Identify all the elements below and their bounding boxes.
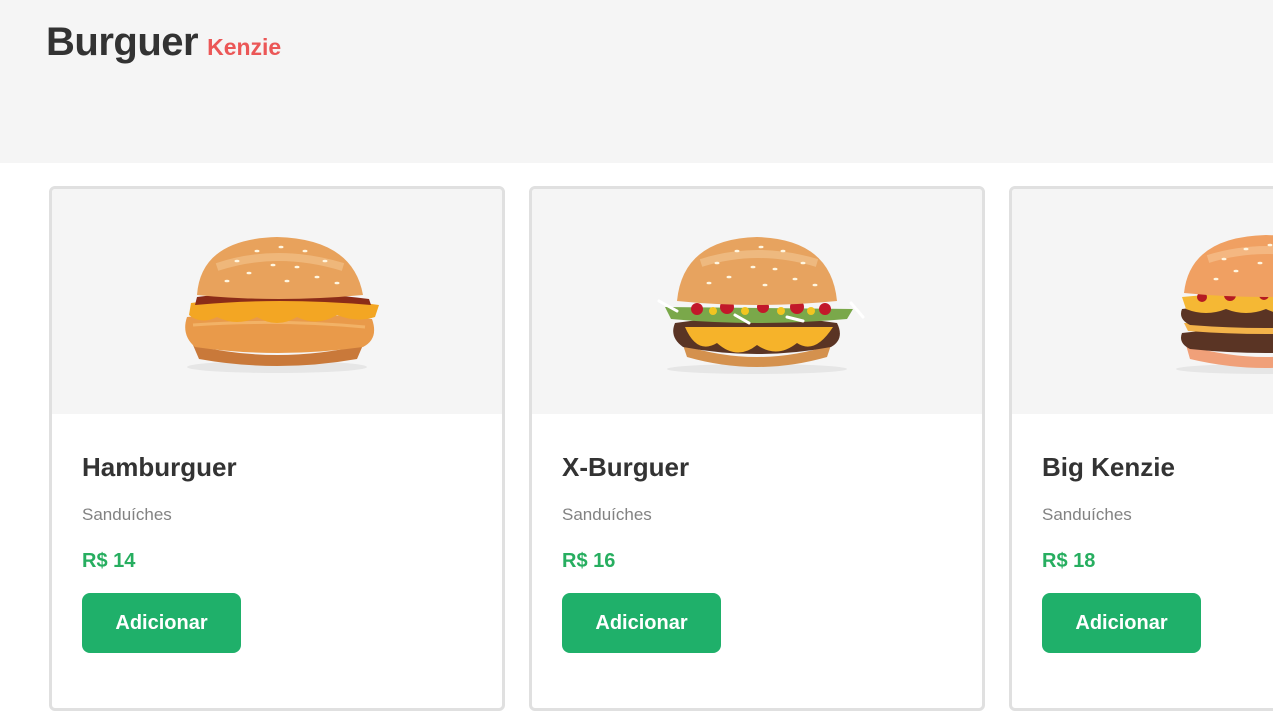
add-to-cart-button[interactable]: Adicionar: [562, 593, 721, 653]
product-name: Big Kenzie: [1042, 452, 1175, 482]
product-name: X-Burguer: [562, 452, 690, 482]
product-card: Hamburguer Sanduíches R$ 14 Adicionar: [49, 186, 505, 711]
add-to-cart-button[interactable]: Adicionar: [82, 593, 241, 653]
product-image-area: [52, 189, 502, 414]
chicken-burger-image: [185, 236, 379, 373]
logo: Burguer Kenzie: [46, 20, 281, 65]
product-category: Sanduíches: [562, 505, 652, 524]
header: Burguer Kenzie: [0, 0, 1273, 163]
product-image-area: [1012, 189, 1273, 414]
product-card: X-Burguer Sanduíches R$ 16 Adicionar: [529, 186, 985, 711]
cheeseburger-image: [657, 236, 865, 374]
add-to-cart-button[interactable]: Adicionar: [1042, 593, 1201, 653]
product-name: Hamburguer: [82, 452, 237, 482]
product-info: Big Kenzie Sanduíches R$ 18 Adicionar: [1042, 451, 1273, 653]
logo-main-text: Burguer: [46, 20, 199, 64]
product-list: Hamburguer Sanduíches R$ 14 Adicionar X-…: [49, 186, 1273, 715]
logo-accent-text: Kenzie: [207, 34, 282, 60]
product-info: Hamburguer Sanduíches R$ 14 Adicionar: [82, 451, 482, 653]
product-price: R$ 18: [1042, 550, 1096, 572]
product-card: Big Kenzie Sanduíches R$ 18 Adicionar: [1009, 186, 1273, 711]
product-image-area: [532, 189, 982, 414]
double-burger-image: [1176, 234, 1273, 374]
product-info: X-Burguer Sanduíches R$ 16 Adicionar: [562, 451, 962, 653]
product-category: Sanduíches: [1042, 505, 1132, 524]
product-category: Sanduíches: [82, 505, 172, 524]
product-price: R$ 14: [82, 550, 136, 572]
product-price: R$ 16: [562, 550, 616, 572]
